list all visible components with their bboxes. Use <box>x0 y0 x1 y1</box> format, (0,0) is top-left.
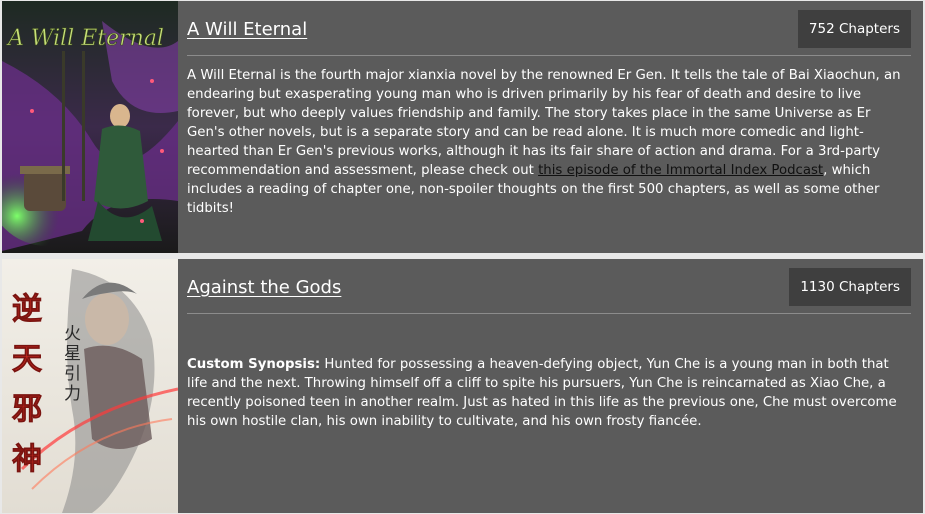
title-divider <box>187 313 911 314</box>
cover-title-text: A Will Eternal <box>6 26 164 51</box>
novel-synopsis: A Will Eternal is the fourth major xianx… <box>187 66 911 218</box>
cover-char-4: 神 <box>12 442 42 477</box>
chapter-count-badge[interactable]: 1130 Chapters <box>789 268 911 306</box>
synopsis-text: A Will Eternal is the fourth major xianx… <box>187 68 901 178</box>
title-divider <box>187 55 911 56</box>
cover-char-2: 天 <box>12 342 42 377</box>
chapter-count-badge[interactable]: 752 Chapters <box>797 10 911 48</box>
novel-card-a-will-eternal: A Will Eternal A Will Eternal 752 Chapte… <box>2 1 923 253</box>
novel-card-against-the-gods: 逆 天 邪 神 火 星 引 力 Against the Gods 1130 Ch… <box>2 259 923 513</box>
novel-title-link[interactable]: A Will Eternal <box>187 19 307 40</box>
novel-synopsis: Custom Synopsis: Hunted for possessing a… <box>187 355 911 431</box>
podcast-link[interactable]: this episode of the Immortal Index Podca… <box>538 163 823 178</box>
synopsis-label: Custom Synopsis: <box>187 357 321 372</box>
cover-char-3: 邪 <box>12 392 42 427</box>
cover-char-1: 逆 <box>12 292 42 327</box>
novel-title-link[interactable]: Against the Gods <box>187 277 341 298</box>
cover-image-a-will-eternal[interactable]: A Will Eternal <box>2 1 178 253</box>
cover-image-against-the-gods[interactable]: 逆 天 邪 神 火 星 引 力 <box>2 259 178 513</box>
